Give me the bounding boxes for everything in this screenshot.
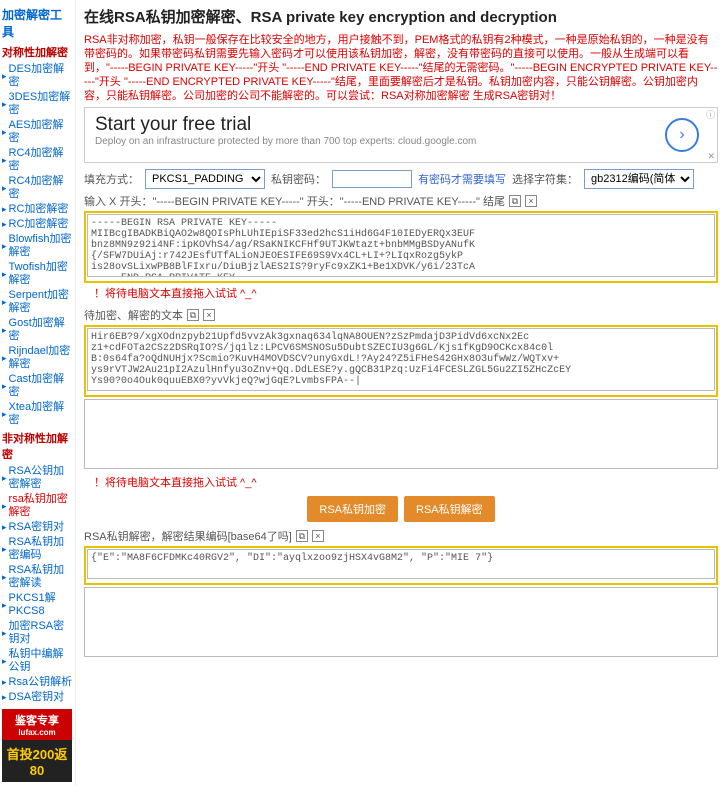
drag-hint-2: ！将待电脑文本直接拖入试试 ^_^ <box>94 474 718 490</box>
password-label: 私钥密码： <box>271 171 326 187</box>
main-content: 在线RSA私钥加密解密、RSA private key encryption a… <box>76 0 726 786</box>
sidebar-item[interactable]: ▸RSA公钥加密解密 <box>2 464 73 492</box>
ad-headline: Start your free trial <box>95 114 707 136</box>
sidebar-item[interactable]: ▸Xtea加密解密 <box>2 400 73 428</box>
sidebar-item[interactable]: ▸AES加密解密 <box>2 118 73 146</box>
bullet-icon: ▸ <box>2 98 7 111</box>
sidebar-item[interactable]: ▸RC4加密解密 <box>2 174 73 202</box>
sidebar-item[interactable]: ▸Rijndael加密解密 <box>2 344 73 372</box>
bullet-icon: ▸ <box>2 472 7 485</box>
sidebar-item[interactable]: ▸PKCS1解PKCS8 <box>2 591 73 619</box>
bullet-icon: ▸ <box>2 521 7 534</box>
password-hint: 有密码才需要填写 <box>418 171 506 187</box>
drag-hint-1: ！将待电脑文本直接拖入试试 ^_^ <box>94 285 718 301</box>
bullet-icon: ▸ <box>2 676 7 689</box>
text-input-label: 待加密、解密的文本 ⧉ × <box>84 307 718 323</box>
bullet-icon: ▸ <box>2 500 7 513</box>
encrypt-button[interactable]: RSA私钥加密 <box>307 496 398 522</box>
key-input-label: 输入 X 开头："-----BEGIN PRIVATE KEY-----" 开头… <box>84 193 718 209</box>
sidebar-item[interactable]: ▸RC加密解密 <box>2 202 73 217</box>
sidebar-group2: 非对称性加解密 <box>2 428 73 464</box>
ad-subtext: Deploy on an infrastructure protected by… <box>95 136 707 147</box>
bullet-icon: ▸ <box>2 655 7 668</box>
clear-icon[interactable]: × <box>203 309 215 321</box>
sidebar-item[interactable]: ▸Blowfish加密解密 <box>2 232 73 260</box>
bullet-icon: ▸ <box>2 126 7 139</box>
promo-banner[interactable]: 鉴客专享lufax.com 首投200返80 <box>2 709 72 782</box>
bullet-icon: ▸ <box>2 543 7 556</box>
sidebar-item[interactable]: ▸RSA私钥加密编码 <box>2 535 73 563</box>
ad-close-icon[interactable]: ✕ <box>707 151 715 162</box>
sidebar-item[interactable]: ▸Twofish加密解密 <box>2 260 73 288</box>
bullet-icon: ▸ <box>2 380 7 393</box>
page-title: 在线RSA私钥加密解密、RSA private key encryption a… <box>84 4 718 33</box>
bullet-icon: ▸ <box>2 240 7 253</box>
sidebar-item[interactable]: ▸DES加密解密 <box>2 62 73 90</box>
bullet-icon: ▸ <box>2 691 7 704</box>
content-textarea[interactable] <box>87 328 715 391</box>
extra-textarea[interactable] <box>84 399 718 469</box>
sidebar-item[interactable]: ▸RSA密钥对 <box>2 520 73 535</box>
bullet-icon: ▸ <box>2 268 7 281</box>
sidebar-item[interactable]: ▸rsa私钥加密解密 <box>2 492 73 520</box>
sidebar-title: 加密解密工具 <box>2 4 73 42</box>
padding-select[interactable]: PKCS1_PADDING <box>145 169 265 189</box>
padding-label: 填充方式： <box>84 171 139 187</box>
copy-icon[interactable]: ⧉ <box>296 530 308 542</box>
sidebar-item[interactable]: ▸私钥中编解公钥 <box>2 647 73 675</box>
sidebar-item[interactable]: ▸Serpent加密解密 <box>2 288 73 316</box>
private-key-textarea[interactable] <box>87 214 715 277</box>
sidebar: 加密解密工具 对称性加解密 ▸DES加密解密▸3DES加密解密▸AES加密解密▸… <box>0 0 76 786</box>
result-label: RSA私钥解密，解密结果编码[base64了吗] ⧉ × <box>84 528 718 544</box>
charset-label: 选择字符集： <box>512 171 578 187</box>
ad-info-icon[interactable]: ⓘ <box>706 108 715 121</box>
password-input[interactable] <box>332 170 412 188</box>
bullet-icon: ▸ <box>2 408 7 421</box>
sidebar-item[interactable]: ▸RC加密解密 <box>2 217 73 232</box>
sidebar-item[interactable]: ▸3DES加密解密 <box>2 90 73 118</box>
clear-icon[interactable]: × <box>525 195 537 207</box>
bullet-icon: ▸ <box>2 627 7 640</box>
sidebar-item[interactable]: ▸加密RSA密钥对 <box>2 619 73 647</box>
decrypt-button[interactable]: RSA私钥解密 <box>404 496 495 522</box>
bullet-icon: ▸ <box>2 154 7 167</box>
charset-select[interactable]: gb2312编码(简体) <box>584 169 694 189</box>
sidebar-item[interactable]: ▸Rsa公钥解析 <box>2 675 73 690</box>
sidebar-item[interactable]: ▸Gost加密解密 <box>2 316 73 344</box>
bullet-icon: ▸ <box>2 218 7 231</box>
clear-icon[interactable]: × <box>312 530 324 542</box>
sidebar-item[interactable]: ▸RSA私钥加密解读 <box>2 563 73 591</box>
bullet-icon: ▸ <box>2 571 7 584</box>
result-extra-textarea[interactable] <box>84 587 718 657</box>
sidebar-item[interactable]: ▸DSA密钥对 <box>2 690 73 705</box>
bullet-icon: ▸ <box>2 70 7 83</box>
bullet-icon: ▸ <box>2 599 7 612</box>
sidebar-item[interactable]: ▸Cast加密解密 <box>2 372 73 400</box>
sidebar-item[interactable]: ▸RC4加密解密 <box>2 146 73 174</box>
copy-icon[interactable]: ⧉ <box>187 309 199 321</box>
options-row: 填充方式： PKCS1_PADDING 私钥密码： 有密码才需要填写 选择字符集… <box>84 169 718 189</box>
bullet-icon: ▸ <box>2 324 7 337</box>
copy-icon[interactable]: ⧉ <box>509 195 521 207</box>
ad-banner[interactable]: ⓘ ✕ Start your free trial Deploy on an i… <box>84 107 718 163</box>
bullet-icon: ▸ <box>2 182 7 195</box>
info-text: RSA非对称加密，私钥一般保存在比较安全的地方，用户接触不到，PEM格式的私钥有… <box>84 33 718 103</box>
bullet-icon: ▸ <box>2 203 7 216</box>
result-textarea[interactable] <box>87 549 715 579</box>
bullet-icon: ▸ <box>2 352 7 365</box>
bullet-icon: ▸ <box>2 296 7 309</box>
ad-play-icon[interactable]: › <box>665 118 699 152</box>
sidebar-group1: 对称性加解密 <box>2 42 73 62</box>
